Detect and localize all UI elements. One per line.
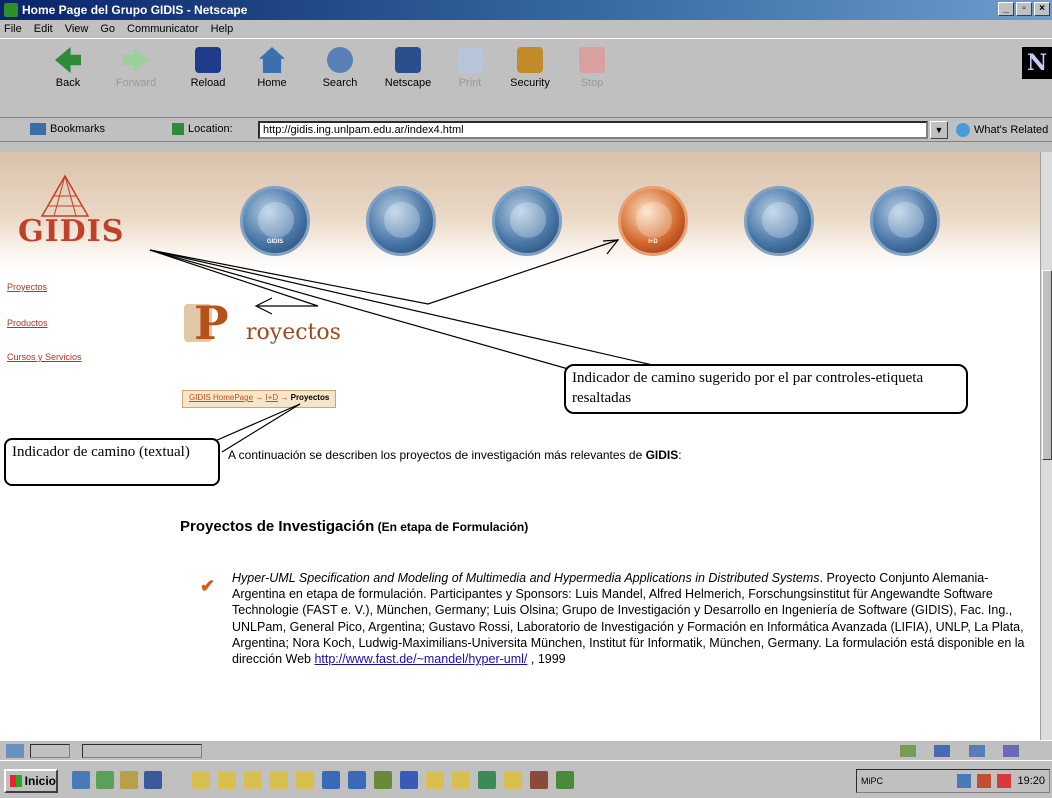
callout-path-suggested: Indicador de camino sugerido por el par … (564, 364, 968, 414)
start-button[interactable]: Inicio (4, 769, 58, 793)
callout-path-textual: Indicador de camino (textual) (4, 438, 220, 486)
back-arrow-icon (55, 47, 81, 73)
task-window-1[interactable] (322, 771, 340, 789)
navigation-toolbar: Back Forward Reload Home Search Netscape… (0, 38, 1052, 118)
navigator-icon[interactable] (900, 745, 916, 757)
menu-communicator[interactable]: Communicator (127, 23, 199, 35)
stop-icon (579, 47, 605, 73)
task-folder-5[interactable] (296, 771, 314, 789)
bookmarks-button[interactable]: Bookmarks (30, 123, 105, 136)
back-button[interactable]: Back (38, 47, 98, 89)
task-word-icon[interactable] (400, 771, 418, 789)
task-window-2[interactable] (348, 771, 366, 789)
whats-related-icon (956, 123, 970, 137)
forward-arrow-icon (123, 47, 149, 73)
component-bar (900, 744, 1030, 758)
windows-taskbar: Inicio MiPC 19:20 (0, 760, 1052, 798)
window-title: Home Page del Grupo GIDIS - Netscape (22, 3, 248, 17)
status-bar (0, 740, 1052, 760)
task-window-3[interactable] (374, 771, 392, 789)
quicklaunch-icon-3[interactable] (120, 771, 138, 789)
page-content: GIDIS GIDIS I+D Proyectos Productos Curs… (0, 152, 1040, 740)
print-icon (457, 47, 483, 73)
minimize-button[interactable]: _ (998, 2, 1014, 16)
stop-button[interactable]: Stop (562, 47, 622, 89)
quicklaunch-icon-2[interactable] (96, 771, 114, 789)
tray-mipc-label[interactable]: MiPC (861, 776, 883, 786)
newsgroups-icon[interactable] (968, 745, 985, 757)
netscape-logo: N (1022, 47, 1052, 79)
tray-icon-2[interactable] (977, 774, 992, 788)
window-controls: _ ▫ × (998, 2, 1050, 16)
scrollbar-thumb[interactable] (1042, 270, 1052, 460)
quicklaunch-ie-icon[interactable] (72, 771, 90, 789)
location-label: Location: (172, 123, 233, 136)
menu-go[interactable]: Go (100, 23, 115, 35)
menu-bar: File Edit View Go Communicator Help (0, 20, 1052, 38)
vertical-scrollbar[interactable] (1040, 152, 1052, 740)
reload-icon (195, 47, 221, 73)
task-folder-1[interactable] (192, 771, 210, 789)
task-window-4[interactable] (530, 771, 548, 789)
print-button[interactable]: Print (440, 47, 500, 89)
home-button[interactable]: Home (242, 47, 302, 89)
task-folder-7[interactable] (452, 771, 470, 789)
netscape-icon (395, 47, 421, 73)
location-icon (172, 123, 184, 136)
task-folder-2[interactable] (218, 771, 236, 789)
clock: 19:20 (1017, 775, 1045, 787)
task-folder-3[interactable] (244, 771, 262, 789)
search-icon (327, 47, 353, 73)
status-connection-icon (6, 744, 24, 758)
bookmarks-icon (30, 123, 46, 136)
home-icon (259, 47, 285, 73)
task-window-5[interactable] (556, 771, 574, 789)
netscape-button[interactable]: Netscape (378, 47, 438, 89)
task-folder-6[interactable] (426, 771, 444, 789)
task-excel-icon[interactable] (478, 771, 496, 789)
close-button[interactable]: × (1034, 2, 1050, 16)
task-folder-4[interactable] (270, 771, 288, 789)
url-input[interactable]: http://gidis.ing.unlpam.edu.ar/index4.ht… (258, 121, 928, 139)
composer-icon[interactable] (1003, 745, 1020, 757)
menu-help[interactable]: Help (211, 23, 234, 35)
reload-button[interactable]: Reload (178, 47, 238, 89)
windows-logo-icon (10, 775, 22, 787)
whats-related-button[interactable]: What's Related (956, 123, 1048, 137)
menu-edit[interactable]: Edit (34, 23, 53, 35)
system-tray: MiPC 19:20 (856, 769, 1050, 793)
location-toolbar: Bookmarks Location: http://gidis.ing.unl… (0, 118, 1052, 142)
quicklaunch-icon-4[interactable] (144, 771, 162, 789)
netscape-app-icon (4, 3, 18, 17)
menu-file[interactable]: File (4, 23, 22, 35)
status-text-field (82, 744, 202, 758)
mail-icon[interactable] (934, 745, 951, 757)
lock-icon (517, 47, 543, 73)
search-button[interactable]: Search (310, 47, 370, 89)
window-title-bar[interactable]: Home Page del Grupo GIDIS - Netscape _ ▫… (0, 0, 1052, 20)
forward-button[interactable]: Forward (106, 47, 166, 89)
security-button[interactable]: Security (500, 47, 560, 89)
menu-view[interactable]: View (65, 23, 89, 35)
url-dropdown-button[interactable]: ▼ (930, 121, 948, 139)
maximize-button[interactable]: ▫ (1016, 2, 1032, 16)
tray-icon-1[interactable] (957, 774, 972, 788)
task-folder-8[interactable] (504, 771, 522, 789)
tray-icon-3[interactable] (997, 774, 1012, 788)
progress-field (30, 744, 70, 758)
